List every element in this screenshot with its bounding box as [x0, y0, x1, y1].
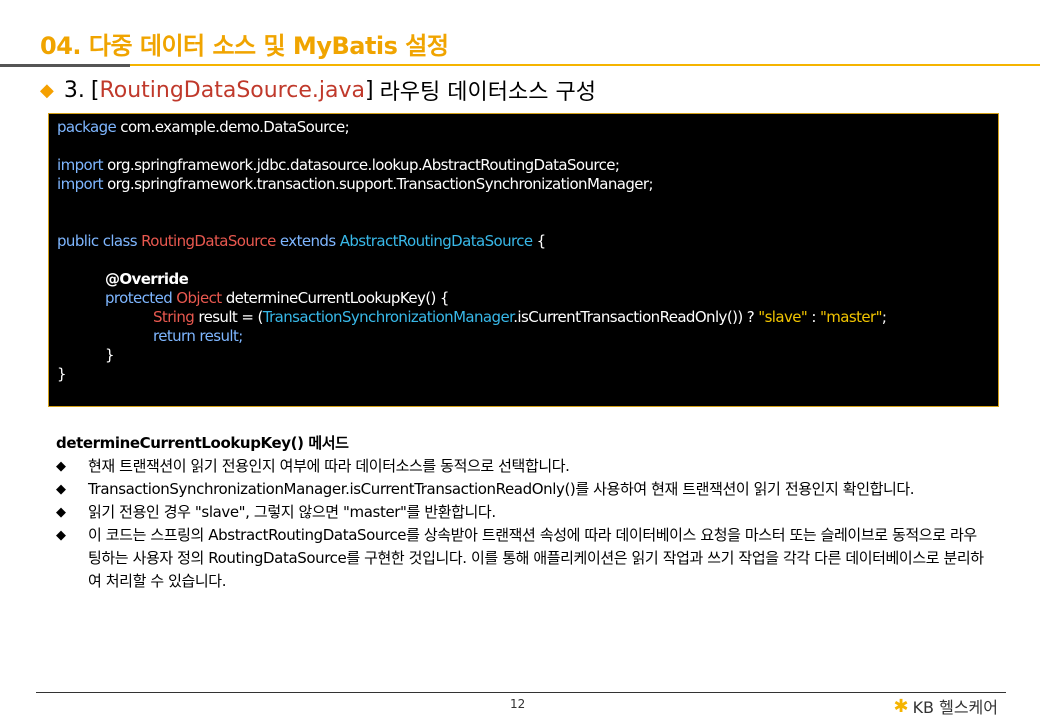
bracket-close: ] [364, 77, 374, 103]
diamond-bullet-icon: ◆ [40, 79, 54, 101]
code-line-package: package com.example.demo.DataSource; [57, 118, 350, 136]
code-line-result: String result = (TransactionSynchronizat… [153, 308, 887, 326]
bullet-text: 읽기 전용인 경우 "slave", 그렇지 않으면 "master"를 반환합… [88, 503, 496, 521]
page-number: 12 [510, 697, 526, 711]
logo-text: KB 헬스케어 [912, 698, 998, 717]
section-number: 3. [63, 77, 85, 103]
footer-rule [36, 692, 1006, 693]
bracket-open: [ [90, 77, 100, 103]
code-block: package com.example.demo.DataSource; imp… [48, 113, 999, 407]
code-line-override: @Override [105, 270, 189, 288]
header-rule-accent [0, 64, 130, 67]
diamond-bullet-icon: ◆ [56, 505, 66, 520]
bullet-text: 이 코드는 스프링의 AbstractRoutingDataSource를 상속… [88, 526, 984, 590]
list-item: ◆ 읽기 전용인 경우 "slave", 그렇지 않으면 "master"를 반… [56, 501, 986, 524]
list-item: ◆ TransactionSynchronizationManager.isCu… [56, 478, 986, 501]
explanation-heading: determineCurrentLookupKey() 메서드 [56, 434, 349, 452]
diamond-bullet-icon: ◆ [56, 459, 66, 474]
kb-star-icon: ✱ [893, 695, 909, 717]
code-line-return: return result; [153, 327, 243, 345]
list-item: ◆ 현재 트랜잭션이 읽기 전용인지 여부에 따라 데이터소스를 동적으로 선택… [56, 455, 986, 478]
diamond-bullet-icon: ◆ [56, 482, 66, 497]
code-line-method-sig: protected Object determineCurrentLookupK… [105, 289, 449, 307]
section-title: ◆ 3. [ RoutingDataSource.java ] 라우팅 데이터소… [40, 74, 596, 106]
section-file-name: RoutingDataSource.java [99, 77, 365, 103]
diamond-bullet-icon: ◆ [56, 528, 66, 543]
section-description: 라우팅 데이터소스 구성 [379, 80, 596, 105]
explanation-section: determineCurrentLookupKey() 메서드 ◆ 현재 트랜잭… [56, 432, 986, 593]
code-line-close-method: } [105, 346, 115, 364]
header-rule [0, 64, 1040, 66]
code-line-import-1: import org.springframework.jdbc.datasour… [57, 156, 620, 174]
code-line-class-decl: public class RoutingDataSource extends A… [57, 232, 546, 250]
bullet-text: 현재 트랜잭션이 읽기 전용인지 여부에 따라 데이터소스를 동적으로 선택합니… [88, 457, 570, 475]
code-line-close-class: } [57, 365, 67, 383]
company-logo: ✱ KB 헬스케어 [893, 694, 998, 718]
list-item: ◆ 이 코드는 스프링의 AbstractRoutingDataSource를 … [56, 524, 986, 593]
bullet-text: TransactionSynchronizationManager.isCurr… [88, 480, 915, 498]
code-line-import-2: import org.springframework.transaction.s… [57, 175, 654, 193]
slide-title: 04. 다중 데이터 소스 및 MyBatis 설정 [40, 32, 449, 60]
